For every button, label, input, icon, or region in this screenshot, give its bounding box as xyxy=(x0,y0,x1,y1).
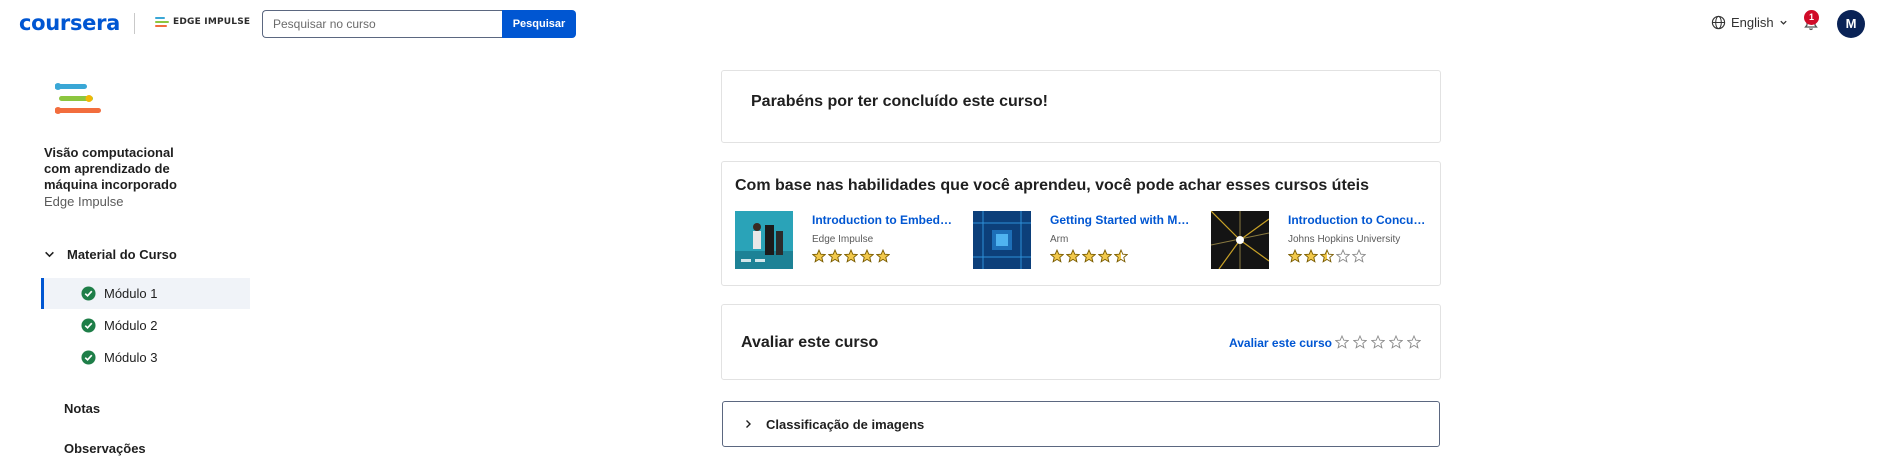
coursera-logo[interactable]: coursera xyxy=(19,11,120,35)
star-icon xyxy=(812,249,826,263)
search-input[interactable] xyxy=(262,10,502,38)
check-circle-icon xyxy=(81,350,96,365)
course-material-toggle[interactable]: Material do Curso xyxy=(44,247,177,262)
partner-logo[interactable]: EDGE IMPULSE xyxy=(155,17,250,27)
chevron-down-icon xyxy=(1779,20,1787,25)
sidebar-item-notes[interactable]: Notas xyxy=(64,401,100,416)
course-logo-icon xyxy=(55,83,101,114)
star-icon xyxy=(1066,249,1080,263)
module-label: Módulo 2 xyxy=(104,318,158,333)
accordion-image-classification[interactable]: Classificação de imagens xyxy=(722,401,1440,447)
chevron-down-icon xyxy=(45,251,54,258)
partner-name: EDGE IMPULSE xyxy=(173,17,251,27)
recommended-course-title[interactable]: Introduction to Concur… xyxy=(1288,213,1428,227)
language-label: English xyxy=(1731,15,1774,30)
recommended-course-partner: Johns Hopkins University xyxy=(1288,234,1401,245)
star-icon xyxy=(1082,249,1096,263)
recommended-course-title[interactable]: Introduction to Embed… xyxy=(812,213,952,227)
recommended-course-1[interactable]: Introduction to Embed… Edge Impulse xyxy=(735,211,965,271)
star-icon xyxy=(876,249,890,263)
sidebar-item-observations[interactable]: Observações xyxy=(64,441,146,456)
star-icon xyxy=(1304,249,1318,263)
rating-stars xyxy=(812,249,890,263)
rate-course-title: Avaliar este curso xyxy=(741,334,879,351)
star-icon xyxy=(1288,249,1302,263)
star-icon xyxy=(1352,249,1366,263)
star-icon xyxy=(1320,249,1334,263)
recommended-course-2[interactable]: Getting Started with M… Arm xyxy=(973,211,1203,271)
star-icon[interactable] xyxy=(1389,335,1403,349)
star-icon xyxy=(844,249,858,263)
star-icon[interactable] xyxy=(1335,335,1349,349)
sidebar-item-module-2[interactable]: Módulo 2 xyxy=(41,310,250,341)
rating-stars xyxy=(1288,249,1366,263)
check-circle-icon xyxy=(81,286,96,301)
course-thumbnail-image xyxy=(735,211,793,269)
congratulations-text: Parabéns por ter concluído este curso! xyxy=(751,93,1048,110)
accordion-label: Classificação de imagens xyxy=(766,417,925,432)
recommended-course-title[interactable]: Getting Started with M… xyxy=(1050,213,1190,227)
course-thumbnail-image xyxy=(973,211,1031,269)
course-material-label: Material do Curso xyxy=(67,247,177,262)
recommended-course-partner: Arm xyxy=(1050,234,1069,245)
congratulations-card: Parabéns por ter concluído este curso! xyxy=(721,70,1441,143)
chevron-right-icon xyxy=(746,420,751,428)
top-header: coursera EDGE IMPULSE Pesquisar English … xyxy=(0,0,1891,48)
course-title: Visão computacional com aprendizado de m… xyxy=(44,145,177,192)
edge-impulse-logo-icon xyxy=(155,17,169,27)
star-icon xyxy=(1114,249,1128,263)
course-thumbnail-image xyxy=(1211,211,1269,269)
rate-course-link[interactable]: Avaliar este curso xyxy=(1229,336,1332,350)
avatar[interactable]: M xyxy=(1837,10,1865,38)
star-icon xyxy=(1050,249,1064,263)
recommendations-card: Com base nas habilidades que você aprend… xyxy=(721,161,1441,286)
star-icon[interactable] xyxy=(1353,335,1367,349)
star-icon[interactable] xyxy=(1371,335,1385,349)
recommended-course-3[interactable]: Introduction to Concur… Johns Hopkins Un… xyxy=(1211,211,1441,271)
sidebar-item-module-3[interactable]: Módulo 3 xyxy=(41,342,250,373)
star-icon[interactable] xyxy=(1407,335,1421,349)
star-icon xyxy=(828,249,842,263)
notification-badge: 1 xyxy=(1804,10,1819,25)
globe-icon xyxy=(1711,15,1726,30)
star-icon xyxy=(1336,249,1350,263)
module-label: Módulo 1 xyxy=(104,286,158,301)
rate-course-stars[interactable] xyxy=(1335,335,1421,349)
recommended-course-partner: Edge Impulse xyxy=(812,234,874,245)
search-button[interactable]: Pesquisar xyxy=(502,10,576,38)
module-label: Módulo 3 xyxy=(104,350,158,365)
sidebar-item-module-1[interactable]: Módulo 1 xyxy=(41,278,250,309)
star-icon xyxy=(860,249,874,263)
check-circle-icon xyxy=(81,318,96,333)
star-icon xyxy=(1098,249,1112,263)
course-partner: Edge Impulse xyxy=(44,194,124,209)
recommendations-title: Com base nas habilidades que você aprend… xyxy=(735,177,1370,194)
language-selector[interactable]: English xyxy=(1711,15,1788,30)
rating-stars xyxy=(1050,249,1128,263)
header-divider xyxy=(134,13,135,34)
rate-course-card: Avaliar este curso Avaliar este curso xyxy=(721,304,1441,380)
